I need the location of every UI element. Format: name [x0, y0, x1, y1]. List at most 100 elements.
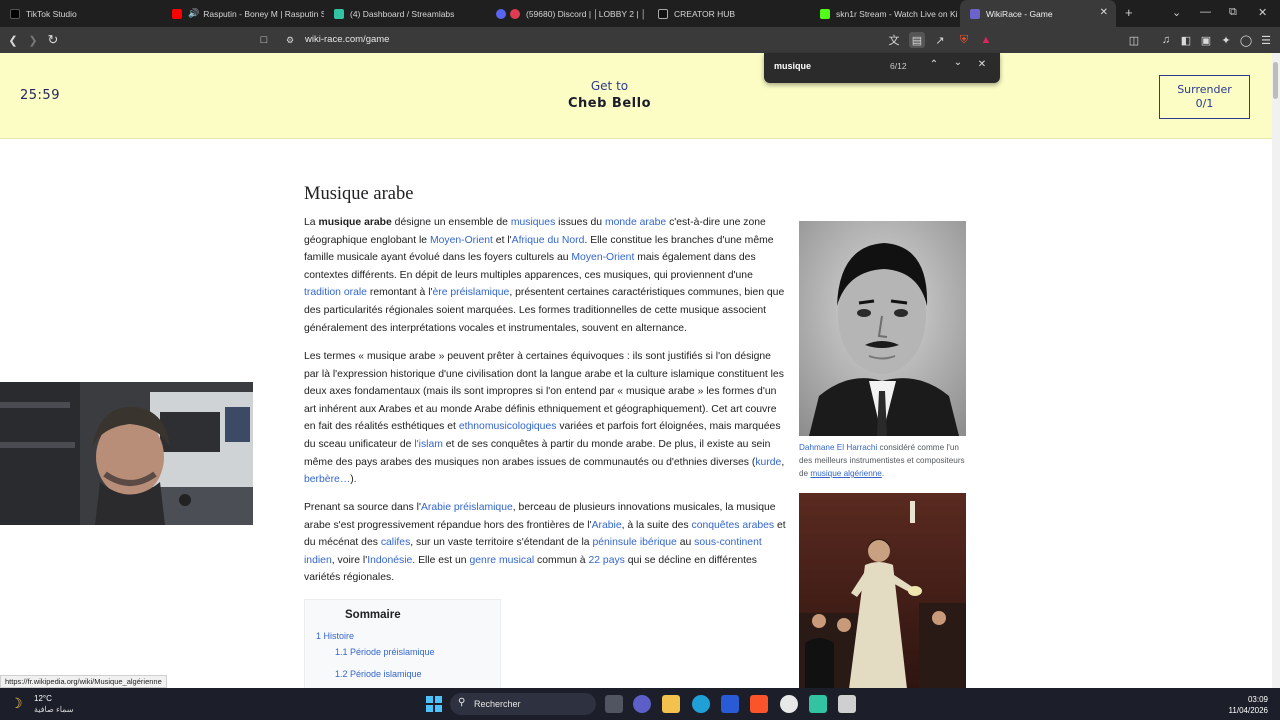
taskbar-search[interactable]: ⚲ Rechercher [450, 693, 596, 715]
address-bar[interactable]: wiki-race.com/game [305, 34, 389, 45]
vpn-icon[interactable]: ◯ [1238, 32, 1254, 48]
toc-item-histoire[interactable]: 1 Histoire [316, 631, 354, 641]
moon-weather-icon[interactable]: ☽ [10, 695, 23, 712]
maximize-icon[interactable]: ⧉ [1229, 6, 1237, 19]
text: , voire l' [331, 554, 368, 566]
link-tradition-orale[interactable]: tradition orale [304, 287, 367, 298]
link-ere-preislamique[interactable]: ère préislamique [432, 287, 509, 298]
search-icon: ⚲ [458, 697, 466, 708]
bookmark-icon[interactable]: □ [256, 32, 272, 48]
game-banner: 25:59 Get to Cheb Bello Surrender 0/1 [0, 53, 1272, 139]
link-genre-musical[interactable]: genre musical [469, 555, 534, 566]
link-moyen-orient[interactable]: Moyen-Orient [571, 252, 634, 263]
tab-discord[interactable]: (59680) Discord | │LOBBY 2 | │ [486, 0, 648, 27]
close-tab-icon[interactable]: ✕ [1100, 7, 1108, 18]
tab-creator-hub[interactable]: CREATOR HUB [648, 0, 810, 27]
link-conquetes-arabes[interactable]: conquêtes arabes [692, 520, 775, 531]
obs-icon[interactable] [780, 695, 798, 713]
goal-label: Get to [590, 79, 629, 93]
link-dahmane-el-harrachi[interactable]: Dahmane El Harrachi [799, 443, 877, 452]
task-view-icon[interactable] [605, 695, 623, 713]
back-icon[interactable]: ❮ [5, 32, 21, 48]
brave-rewards-icon[interactable]: ▲ [978, 32, 994, 48]
article-paragraph-3: Prenant sa source dans l'Arabie préislam… [304, 499, 786, 587]
teams-icon[interactable] [633, 695, 651, 713]
wallet-icon[interactable]: ▣ [1198, 32, 1214, 48]
tab-tiktok-studio[interactable]: TikTok Studio [0, 0, 162, 27]
link-22-pays[interactable]: 22 pays [588, 555, 624, 566]
article-paragraph-1: La musique arabe désigne un ensemble de … [304, 214, 786, 337]
link-monde-arabe[interactable]: monde arabe [605, 217, 666, 228]
text: et l' [492, 234, 512, 246]
toc-item-periode-preislamique[interactable]: 1.1 Période préislamique [335, 647, 435, 657]
leo-ai-icon[interactable]: ✦ [1218, 32, 1234, 48]
edge-icon[interactable] [692, 695, 710, 713]
tab-label: TikTok Studio [26, 8, 77, 19]
singer-photo[interactable] [799, 493, 966, 689]
tab-kick-stream[interactable]: skn1r Stream - Watch Live on Ki [810, 0, 960, 27]
tab-label: CREATOR HUB [674, 8, 736, 19]
sidebar-icon[interactable]: ◫ [1126, 32, 1142, 48]
file-explorer-icon[interactable] [662, 695, 680, 713]
weather-temperature[interactable]: 12°C [34, 694, 52, 703]
split-view-icon[interactable]: ◧ [1178, 32, 1194, 48]
site-info-icon[interactable]: ⚙ [282, 32, 298, 48]
window-close-icon[interactable]: ✕ [1258, 6, 1267, 19]
find-next-icon[interactable]: ⌄ [951, 57, 965, 73]
link-moyen-orient[interactable]: Moyen-Orient [430, 235, 493, 246]
link-ellipsis[interactable]: … [340, 474, 350, 485]
text: , sur un vaste territoire s'étendant de … [410, 537, 593, 549]
find-close-icon[interactable]: ✕ [975, 59, 989, 75]
new-tab-icon[interactable]: + [1125, 5, 1133, 20]
tab-label: Rasputin - Boney M | Rasputin S [203, 8, 324, 19]
link-kurde[interactable]: kurde [755, 457, 781, 468]
page-scrollbar-track[interactable] [1272, 53, 1280, 688]
brave-shields-icon[interactable]: ⛨ [956, 32, 972, 48]
translate-icon[interactable]: 文 [886, 32, 902, 48]
store-icon[interactable] [721, 695, 739, 713]
page-scrollbar-thumb[interactable] [1273, 62, 1278, 99]
link-ethnomusicologiques[interactable]: ethnomusicologiques [459, 421, 557, 432]
link-califes[interactable]: califes [381, 537, 410, 548]
minimize-icon[interactable]: — [1200, 6, 1211, 18]
forward-icon[interactable]: ❯ [25, 32, 41, 48]
link-islam[interactable]: l'islam [414, 439, 443, 450]
link-arabie-preislamique[interactable]: Arabie préislamique [421, 502, 513, 513]
streamlabs-icon[interactable] [809, 695, 827, 713]
webcam-overlay [0, 382, 253, 525]
menu-icon[interactable]: ☰ [1258, 32, 1274, 48]
portrait-photo[interactable] [799, 221, 966, 436]
tab-label: WikiRace - Game [986, 8, 1053, 19]
link-afrique-du-nord[interactable]: Afrique du Nord [512, 235, 585, 246]
brave-icon[interactable] [750, 695, 768, 713]
find-input[interactable]: musique [774, 61, 811, 71]
article-title: Musique arabe [304, 184, 414, 204]
windows-start-icon[interactable] [426, 696, 442, 712]
share-icon[interactable]: ↗ [932, 32, 948, 48]
link-indonesie[interactable]: Indonésie [367, 555, 412, 566]
text: commun à [534, 554, 589, 566]
link-peninsule-iberique[interactable]: péninsule ibérique [592, 537, 676, 548]
surrender-label: Surrender [1177, 83, 1232, 96]
weather-description[interactable]: سماء صافية [34, 705, 74, 714]
surrender-button[interactable]: Surrender 0/1 [1159, 75, 1250, 119]
chevron-down-icon[interactable]: ⌄ [1172, 6, 1181, 19]
tab-rasputin[interactable]: 🔊 Rasputin - Boney M | Rasputin S [162, 0, 324, 27]
link-arabie[interactable]: Arabie [592, 520, 622, 531]
app-icon[interactable] [838, 695, 856, 713]
clock-time[interactable]: 03:09 [1230, 695, 1268, 704]
reload-icon[interactable]: ↻ [45, 32, 61, 48]
find-previous-icon[interactable]: ⌃ [927, 59, 941, 75]
link-berbere[interactable]: berbère [304, 474, 340, 485]
clock-date[interactable]: 11/04/2026 [1218, 706, 1268, 715]
tab-streamlabs[interactable]: (4) Dashboard / Streamlabs [324, 0, 486, 27]
text: , [781, 456, 785, 468]
reader-mode-icon[interactable]: ▤ [909, 32, 925, 48]
tab-wikirace[interactable]: WikiRace - Game ✕ [960, 0, 1116, 27]
link-musiques[interactable]: musiques [511, 217, 555, 228]
toc-item-periode-islamique[interactable]: 1.2 Période islamique [335, 669, 422, 679]
music-icon[interactable]: ♫ [1158, 32, 1174, 48]
discord-icon [496, 8, 506, 19]
link-musique-algerienne[interactable]: musique algérienne [810, 469, 881, 478]
text: issues du [555, 217, 605, 228]
